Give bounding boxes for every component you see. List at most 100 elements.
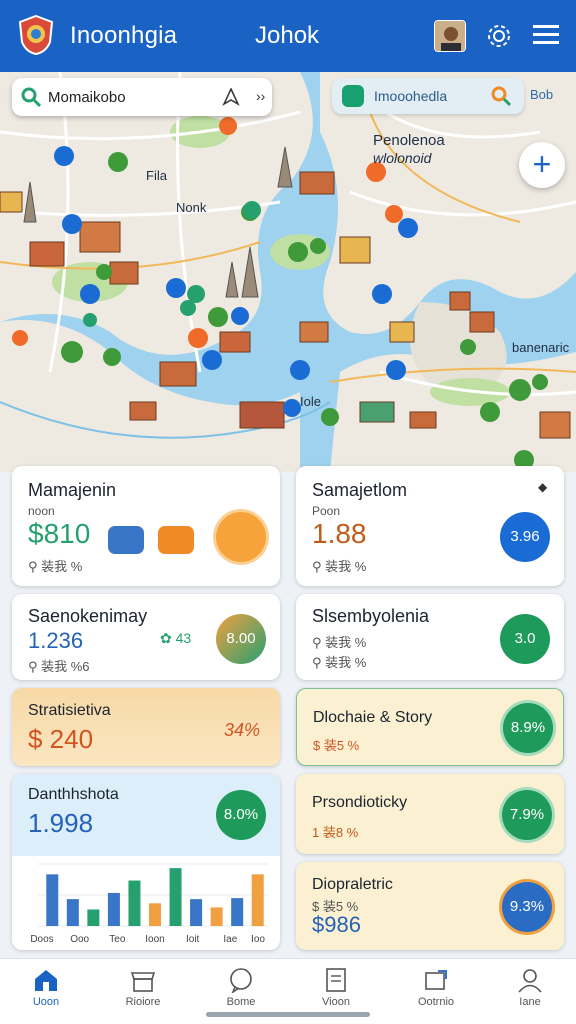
card-title: Saenokenimay	[28, 606, 148, 626]
leaf-icon: ✿	[160, 630, 176, 646]
chart-bar	[66, 899, 79, 926]
card-title: Stratisietiva	[28, 702, 111, 719]
stat-card[interactable]: Mamajenin noon $810 ⚲ 装我 %	[12, 466, 280, 586]
x-tick-label: Ioon	[145, 934, 164, 945]
chart-bar	[46, 874, 59, 926]
search-icon[interactable]	[20, 86, 42, 108]
stat-indicator: ✿ 43	[160, 630, 191, 647]
app-title: Inoonhgia	[70, 22, 178, 49]
percent-circle: 7.9%	[502, 790, 552, 840]
card-title: Danthhshota	[28, 786, 119, 803]
chart-bar	[149, 903, 161, 926]
nav-item-home[interactable]: Uoon	[16, 967, 76, 1008]
page-title: Johok	[255, 22, 320, 49]
search-icon[interactable]	[490, 85, 512, 107]
stat-value: 43	[175, 630, 192, 646]
add-button[interactable]: +	[519, 142, 565, 188]
card-value: $986	[312, 912, 361, 937]
stat-card[interactable]: Saenokenimay 1.236 ⚲ 装我 %6 ✿ 43 8.00	[12, 594, 280, 680]
card-meta: ⚲ 装我 %6	[28, 659, 90, 674]
card-title: Prsondioticky	[312, 794, 408, 811]
map-label: Penolenoa	[373, 132, 445, 149]
map-label: Iole	[300, 394, 321, 409]
navigation-icon[interactable]	[222, 88, 240, 106]
chart-card[interactable]: Danthhshota 1.998 8.0% Doos Ooo Teo Ioon Ioi…	[12, 774, 280, 950]
nav-item-profile[interactable]: Iane	[500, 967, 560, 1008]
gear-icon[interactable]	[485, 22, 513, 50]
profile-icon	[518, 969, 542, 993]
nav-label: Bome	[226, 996, 256, 1008]
stat-card[interactable]: Prsondioticky 1 装8 % 7.9%	[296, 774, 564, 854]
share-icon	[425, 970, 447, 990]
card-meta: $ 装5 %	[313, 738, 360, 753]
stat-card[interactable]: Samajetlom Poon 1.88 ⚲ 装我 % ◆ 3.96	[296, 466, 564, 586]
top-app-bar: Inoonhgia Johok	[0, 0, 576, 72]
close-icon[interactable]: ››	[256, 88, 265, 104]
app-icon[interactable]	[342, 85, 364, 107]
percent-circle: 9.3%	[502, 882, 552, 932]
chart-bar	[169, 868, 182, 926]
x-tick-label: Ioo	[251, 934, 265, 945]
chat-icon	[230, 968, 252, 993]
map-label: wlolonoid	[373, 150, 432, 166]
nav-label: Vioon	[322, 996, 350, 1008]
nav-label: Iane	[519, 996, 541, 1008]
card-subtitle: Poon	[312, 504, 341, 518]
nav-label: Uoon	[32, 996, 60, 1008]
card-value: 1.236	[28, 628, 84, 653]
map-label: banenaric	[512, 340, 570, 355]
menu-icon[interactable]	[533, 24, 559, 46]
search-bar[interactable]: Momaikobo ››	[12, 78, 272, 116]
stat-card[interactable]: Diopraletric $ 装5 % $986 9.3%	[296, 862, 564, 950]
stat-card[interactable]: Stratisietiva $ 240 34%	[12, 688, 280, 766]
percent-circle: 8.0%	[216, 790, 266, 840]
side-value: 34%	[224, 720, 261, 740]
document-icon	[326, 968, 346, 992]
nav-item-document[interactable]: Vioon	[306, 967, 366, 1008]
stat-card[interactable]: Dlochaie & Story $ 装5 % 8.9%	[296, 688, 564, 766]
card-value: $810	[28, 518, 91, 549]
quick-search-bar[interactable]: Imooohedla	[332, 78, 524, 114]
extra-label: Bob	[530, 87, 554, 102]
search-input[interactable]: Momaikobo	[48, 89, 126, 106]
avatar[interactable]	[434, 20, 466, 52]
map-label: Nonk	[176, 200, 207, 215]
bar-chart: Doos Ooo Teo Ioon Ioit Iae Ioo	[30, 863, 268, 945]
chart-bar	[128, 880, 141, 926]
x-tick-label: Teo	[109, 934, 126, 945]
card-title: Slsembyolenia	[312, 606, 430, 626]
card-title: Dlochaie & Story	[313, 709, 433, 726]
more-icon[interactable]: ◆	[538, 480, 547, 494]
nav-item-share[interactable]: Ootrnio	[406, 967, 466, 1008]
crest-logo-icon[interactable]	[16, 14, 56, 56]
map-view[interactable]: Fila Nonk Penolenoa wlolonoid Iole banen…	[0, 72, 576, 472]
stat-card[interactable]: Slsembyolenia ⚲ 装我 % ⚲ 装我 % 3.0	[296, 594, 564, 680]
app: Inoonhgia Johok Fila Nonk Penolenoa wlol…	[0, 0, 576, 1024]
card-value: 1.998	[28, 808, 94, 838]
card-meta: ⚲ 装我 %	[312, 655, 367, 670]
nav-item-chat[interactable]: Bome	[211, 967, 271, 1008]
orange-circle	[216, 512, 266, 562]
card-meta: 1 装8 %	[312, 825, 359, 840]
chart-bar	[190, 899, 203, 926]
percent-circle: 3.96	[500, 512, 550, 562]
card-meta: ⚲ 装我 %	[312, 559, 367, 574]
percent-circle: 3.0	[500, 614, 550, 664]
card-subtitle: noon	[28, 504, 55, 518]
x-tick-label: Doos	[30, 934, 53, 945]
card-title: Diopraletric	[312, 876, 393, 893]
x-tick-label: Ooo	[70, 934, 89, 945]
quick-search-input[interactable]: Imooohedla	[374, 88, 447, 104]
nav-label: Rioiore	[125, 996, 161, 1008]
chart-bar	[251, 874, 264, 926]
map-canvas	[0, 72, 576, 472]
nav-item-store[interactable]: Rioiore	[113, 967, 173, 1008]
chart-bar	[107, 892, 120, 926]
percent-circle: 8.00	[216, 614, 266, 664]
blue-chip	[108, 526, 144, 554]
card-value: 1.88	[312, 518, 367, 549]
orange-chip	[158, 526, 194, 554]
home-indicator	[206, 1012, 370, 1017]
card-value: $ 240	[28, 724, 94, 754]
x-tick-label: Iae	[223, 934, 237, 945]
